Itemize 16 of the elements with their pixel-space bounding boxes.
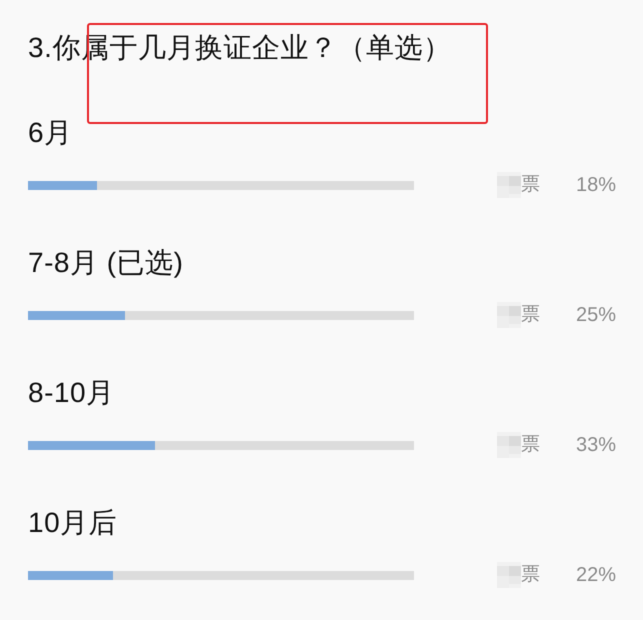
- option-label: 10月后: [28, 506, 118, 540]
- vote-percent: 25%: [574, 303, 616, 328]
- pixelated-block: [497, 562, 521, 588]
- vote-percent: 33%: [574, 433, 616, 458]
- option-label: 7-8月 (已选): [28, 246, 184, 280]
- option-label: 8-10月: [28, 376, 116, 410]
- votes-unit: 票: [521, 563, 540, 587]
- pixelated-block: [497, 172, 521, 198]
- votes-unit: 票: [521, 173, 540, 197]
- vote-percent: 18%: [574, 173, 616, 198]
- option-label: 6月: [28, 116, 74, 150]
- pixelated-block: [497, 432, 521, 458]
- vote-percent: 22%: [574, 563, 616, 588]
- votes-unit: 票: [521, 303, 540, 327]
- votes-unit: 票: [521, 433, 540, 457]
- pixelated-block: [497, 302, 521, 328]
